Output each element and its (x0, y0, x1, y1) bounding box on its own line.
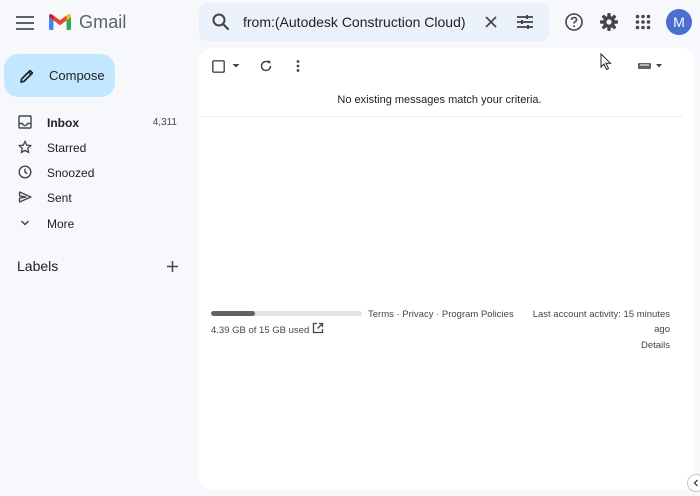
send-icon (18, 190, 32, 204)
open-in-new-icon[interactable] (312, 322, 324, 334)
sidebar-item-inbox[interactable]: Inbox 4,311 (0, 110, 190, 135)
inbox-icon (18, 115, 32, 129)
gmail-logo[interactable]: Gmail (48, 9, 127, 35)
labels-heading: Labels (17, 258, 59, 274)
storage-usage-text: 4.39 GB of 15 GB used (211, 325, 310, 336)
last-activity-text: Last account activity: 15 minutes (532, 309, 670, 320)
sidebar-item-sent[interactable]: Sent (0, 185, 190, 210)
clock-icon (18, 165, 32, 179)
divider (199, 116, 683, 117)
help-button[interactable] (561, 9, 587, 35)
sidebar-item-label: More (47, 216, 75, 231)
sidebar-item-label: Starred (47, 140, 87, 155)
sidebar-item-snoozed[interactable]: Snoozed (0, 160, 190, 185)
plus-icon (166, 260, 179, 273)
help-icon (564, 12, 584, 32)
search-input[interactable] (243, 11, 473, 33)
account-avatar[interactable]: M (666, 9, 692, 35)
empty-state-message: No existing messages match your criteria… (337, 94, 542, 106)
settings-button[interactable] (596, 9, 622, 35)
gear-icon (599, 12, 619, 32)
sidebar-item-starred[interactable]: Starred (0, 135, 190, 160)
more-options-icon[interactable] (291, 59, 305, 73)
gmail-m-logo-icon (48, 13, 72, 31)
chevron-left-icon (692, 479, 700, 487)
storage-meter-fill (211, 311, 255, 316)
chevron-down-icon (18, 216, 32, 230)
tune-filter-icon[interactable] (513, 10, 537, 34)
apps-grid-icon (635, 14, 651, 30)
select-caret-icon[interactable] (232, 63, 240, 69)
details-link[interactable]: Details (529, 340, 670, 351)
side-panel-toggle[interactable] (687, 474, 700, 492)
google-apps-button[interactable] (630, 9, 656, 35)
storage-meter (211, 311, 362, 316)
star-icon (18, 140, 32, 154)
last-activity-text-cont: ago (654, 324, 670, 335)
footer-links[interactable]: Terms · Privacy · Program Policies (368, 309, 514, 320)
search-bar[interactable] (199, 3, 549, 41)
sidebar-item-label: Sent (47, 190, 72, 205)
hamburger-menu-icon (16, 16, 34, 30)
sidebar-item-label: Inbox (47, 115, 79, 130)
search-icon[interactable] (209, 10, 233, 34)
gmail-wordmark: Gmail (79, 11, 127, 32)
message-list-panel: No existing messages match your criteria… (199, 48, 695, 490)
inbox-count: 4,311 (152, 117, 177, 128)
main-menu-button[interactable] (8, 6, 42, 40)
create-label-button[interactable] (164, 258, 180, 274)
select-all-checkbox[interactable] (212, 60, 225, 73)
pencil-icon (18, 67, 36, 85)
sidebar-item-more[interactable]: More (0, 211, 190, 236)
close-icon[interactable] (479, 10, 503, 34)
sidebar-item-label: Snoozed (47, 165, 95, 180)
refresh-icon[interactable] (259, 59, 273, 73)
input-tools-icon[interactable] (637, 61, 665, 71)
compose-label: Compose (49, 68, 105, 83)
mouse-cursor-icon (600, 53, 612, 71)
compose-button[interactable]: Compose (4, 54, 115, 97)
